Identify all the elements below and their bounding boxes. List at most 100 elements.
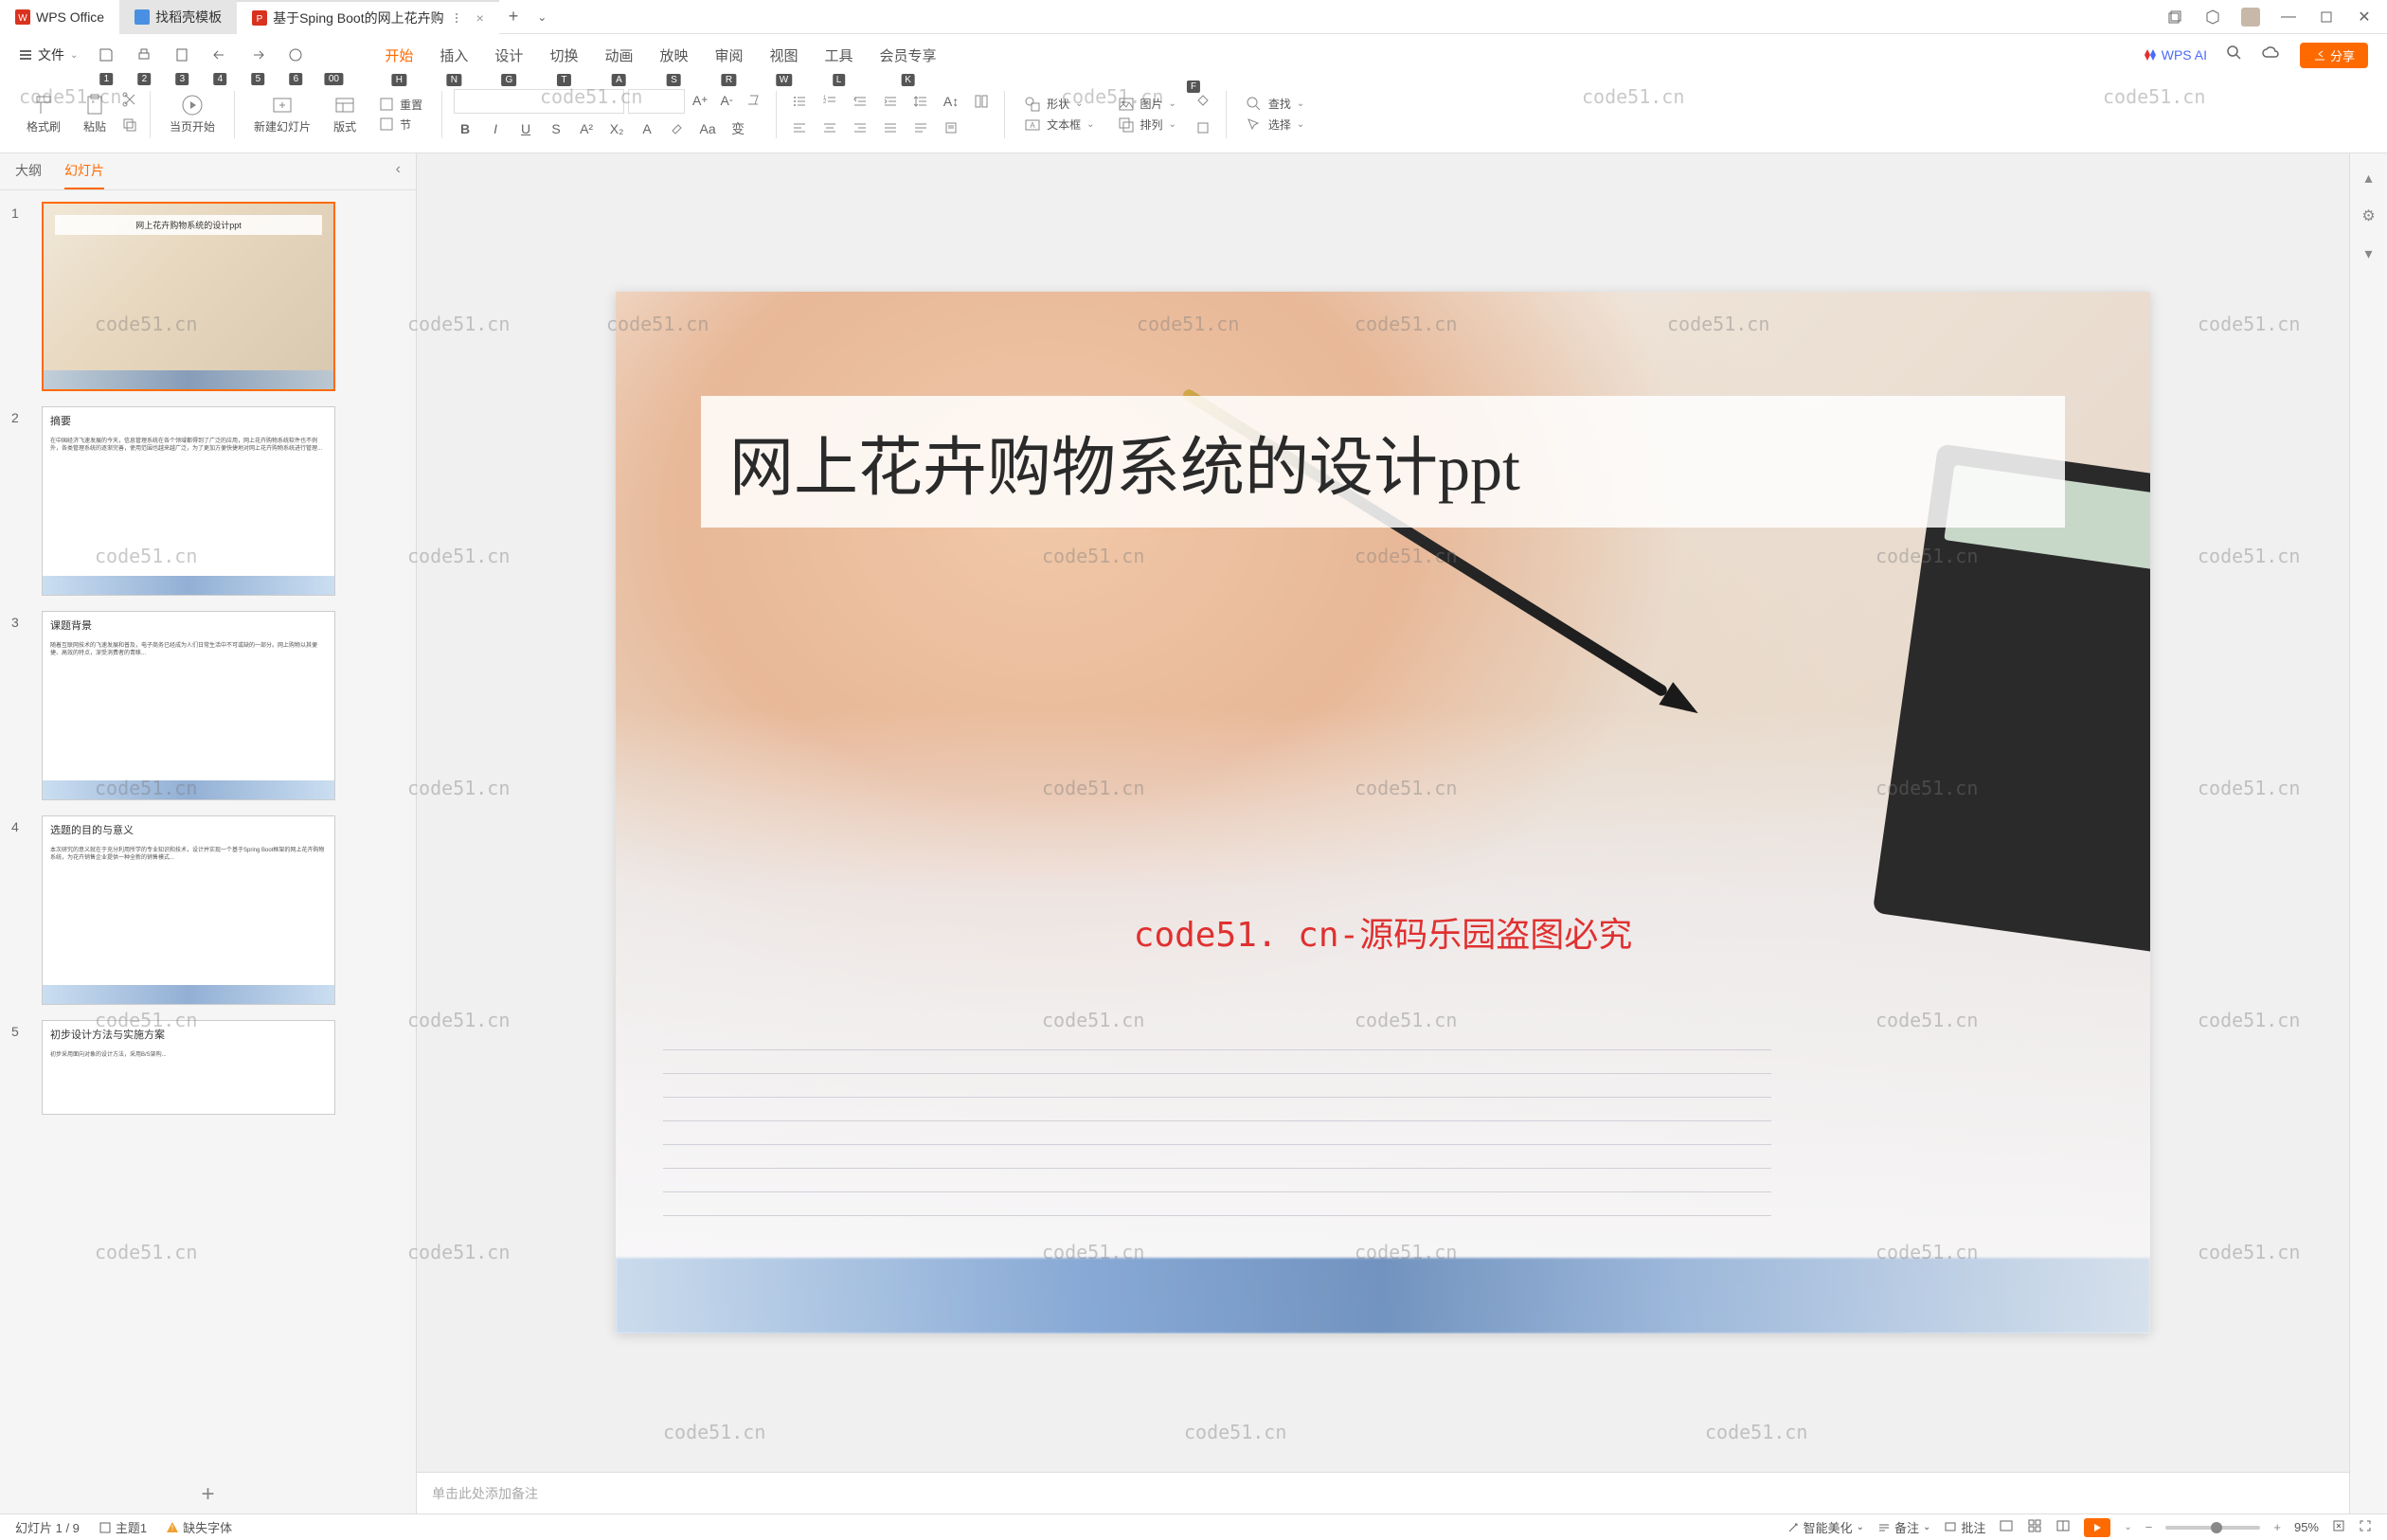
tab-view[interactable]: 视图W xyxy=(770,42,799,69)
underline-button[interactable]: U xyxy=(514,117,537,140)
section-button[interactable]: 节 xyxy=(371,116,430,133)
view-reading-icon[interactable] xyxy=(2055,1518,2071,1536)
font-size-select[interactable] xyxy=(628,89,685,114)
expand-button[interactable] xyxy=(2359,1519,2372,1535)
tab-document[interactable]: P 基于Sping Boot的网上花卉购 × xyxy=(237,0,499,34)
font-color-button[interactable]: A xyxy=(636,117,658,140)
quick-redo[interactable]: 5 xyxy=(244,42,271,68)
zoom-in-button[interactable]: + xyxy=(2273,1520,2281,1534)
copy-button[interactable] xyxy=(121,116,138,138)
share-button[interactable]: 分享 xyxy=(2300,43,2368,68)
subscript-button[interactable]: X₂ xyxy=(605,117,628,140)
cut-button[interactable] xyxy=(121,91,138,113)
tab-close-icon[interactable]: × xyxy=(476,10,484,26)
fill-button[interactable] xyxy=(1192,90,1214,113)
search-icon[interactable] xyxy=(2226,45,2243,66)
status-comments[interactable]: 批注 xyxy=(1944,1518,1985,1536)
outline-button[interactable] xyxy=(1192,116,1214,139)
minimize-button[interactable]: — xyxy=(2277,6,2300,28)
image-button[interactable]: 图片⌄ xyxy=(1110,96,1184,113)
strike-button[interactable]: S xyxy=(545,117,567,140)
rside-up-icon[interactable]: ▴ xyxy=(2356,165,2382,191)
quick-6[interactable]: 6 xyxy=(282,42,309,68)
cube-icon[interactable] xyxy=(2201,6,2224,28)
rside-down-icon[interactable]: ▾ xyxy=(2356,241,2382,267)
collapse-icon[interactable]: ‹ xyxy=(396,161,401,178)
tab-design[interactable]: 设计G xyxy=(494,42,523,69)
tab-outline[interactable]: 大纲 xyxy=(15,161,42,189)
thumbnail-5[interactable]: 初步设计方法与实施方案 初步采用面向对象的设计方法，采用B/S架构... xyxy=(42,1020,335,1115)
spacing-button[interactable]: 变 xyxy=(727,117,749,140)
tab-menu-icon[interactable] xyxy=(450,11,463,25)
maximize-button[interactable] xyxy=(2315,6,2338,28)
notes-bar[interactable]: 单击此处添加备注 xyxy=(417,1472,2349,1513)
quick-print[interactable]: 2 xyxy=(131,42,157,68)
shape-button[interactable]: 形状⌄ xyxy=(1016,96,1102,113)
format-brush-group[interactable]: 格式刷 xyxy=(19,94,68,134)
new-slide-group[interactable]: 新建幻灯片 xyxy=(246,94,318,134)
avatar-icon[interactable] xyxy=(2239,6,2262,28)
superscript-button[interactable]: A² xyxy=(575,117,598,140)
cloud-icon[interactable] xyxy=(2262,44,2281,67)
rside-options-icon[interactable]: ⚙ xyxy=(2356,203,2382,229)
tab-start[interactable]: 开始H xyxy=(385,42,413,69)
indent-left-button[interactable] xyxy=(849,90,871,113)
quick-save[interactable]: 1 xyxy=(93,42,119,68)
thumbnail-4[interactable]: 选题的目的与意义 本次研究的意义就在于充分利用所学的专业知识和技术，设计并实现一… xyxy=(42,815,335,1005)
thumbnail-1[interactable]: 网上花卉购物系统的设计ppt xyxy=(42,202,335,391)
wps-ai-button[interactable]: WPS AI xyxy=(2143,47,2207,63)
highlight-button[interactable] xyxy=(666,117,689,140)
align-left-button[interactable] xyxy=(788,116,811,139)
file-menu[interactable]: 文件 ⌄ F xyxy=(19,45,78,64)
view-normal-icon[interactable] xyxy=(1999,1518,2014,1536)
paste-group[interactable]: 粘贴 xyxy=(76,94,114,134)
quick-undo[interactable]: 4 xyxy=(206,42,233,68)
italic-button[interactable]: I xyxy=(484,117,507,140)
align-right-button[interactable] xyxy=(849,116,871,139)
layout-group[interactable]: 版式 xyxy=(326,94,364,134)
indent-right-button[interactable] xyxy=(879,90,902,113)
align-distribute-button[interactable] xyxy=(909,116,932,139)
tab-review[interactable]: 审阅R xyxy=(714,42,743,69)
align-center-button[interactable] xyxy=(818,116,841,139)
status-theme[interactable]: 主题1 xyxy=(99,1518,147,1536)
tab-slides[interactable]: 幻灯片 xyxy=(64,161,104,189)
align-justify-button[interactable] xyxy=(879,116,902,139)
thumbnail-2[interactable]: 摘要 在中国经济飞速发展的今天，信息管理系统在各个领域都得到了广泛的应用，网上花… xyxy=(42,406,335,596)
slide-canvas[interactable]: 网上花卉购物系统的设计ppt code51. cn-源码乐园盗图必究 xyxy=(616,292,2150,1334)
tab-transition[interactable]: 切换T xyxy=(549,42,578,69)
columns-button[interactable] xyxy=(970,90,993,113)
tab-template[interactable]: 找稻壳模板 xyxy=(119,0,237,34)
font-family-select[interactable] xyxy=(454,89,624,114)
font-decrease[interactable]: A- xyxy=(715,89,738,112)
thumbnail-3[interactable]: 课题背景 随着互联网技术的飞速发展和普及，电子商务已经成为人们日常生活中不可或缺… xyxy=(42,611,335,800)
zoom-out-button[interactable]: − xyxy=(2145,1520,2153,1534)
close-button[interactable]: ✕ xyxy=(2353,6,2376,28)
tab-wps-office[interactable]: W WPS Office xyxy=(0,0,119,34)
textbox-button[interactable]: A文本框⌄ xyxy=(1016,116,1102,134)
tab-dropdown-button[interactable]: ⌄ xyxy=(528,10,556,24)
vertical-align-button[interactable] xyxy=(940,116,962,139)
arrange-button[interactable]: 排列⌄ xyxy=(1110,116,1184,134)
bullets-button[interactable] xyxy=(788,90,811,113)
tab-animation[interactable]: 动画A xyxy=(604,42,633,69)
tab-add-button[interactable]: + xyxy=(499,7,529,27)
fit-button[interactable] xyxy=(2332,1519,2345,1535)
font-clear[interactable] xyxy=(742,89,764,112)
line-spacing-button[interactable] xyxy=(909,90,932,113)
zoom-percent[interactable]: 95% xyxy=(2294,1520,2319,1534)
quick-print-preview[interactable]: 3 xyxy=(169,42,195,68)
tab-insert[interactable]: 插入N xyxy=(440,42,468,69)
numbering-button[interactable]: 12 xyxy=(818,90,841,113)
slide-title-box[interactable]: 网上花卉购物系统的设计ppt xyxy=(701,396,2065,528)
tab-tools[interactable]: 工具L xyxy=(825,42,853,69)
quick-00[interactable]: 00 xyxy=(320,42,347,68)
zoom-slider[interactable] xyxy=(2165,1526,2260,1530)
status-missing-font[interactable]: !缺失字体 xyxy=(166,1518,232,1536)
from-current-group[interactable]: 当页开始 xyxy=(162,94,223,134)
status-beautify[interactable]: 智能美化⌄ xyxy=(1786,1518,1864,1536)
find-button[interactable]: 查找⌄ xyxy=(1238,96,1312,113)
play-slideshow-button[interactable] xyxy=(2084,1518,2110,1537)
view-sorter-icon[interactable] xyxy=(2027,1518,2042,1536)
select-button[interactable]: 选择⌄ xyxy=(1238,116,1312,134)
